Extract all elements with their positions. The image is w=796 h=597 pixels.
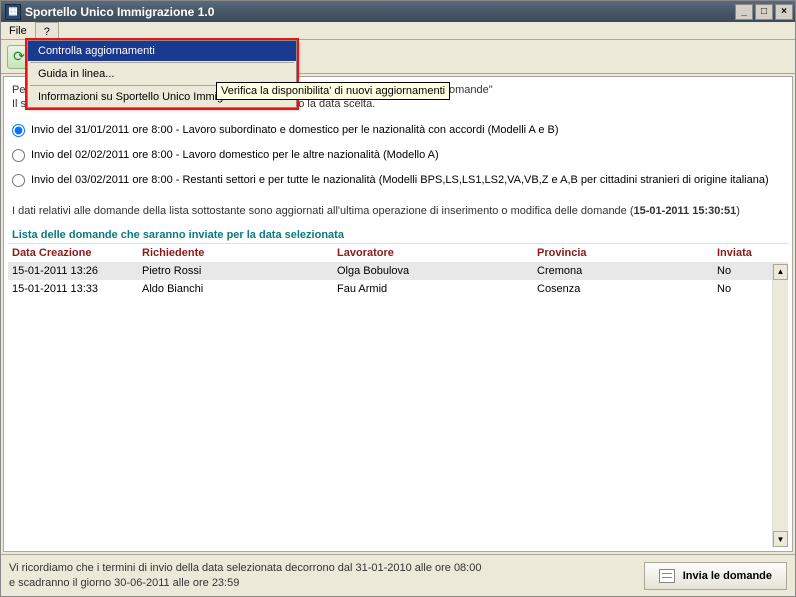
menu-help[interactable]: ? [35,22,59,39]
scroll-up-button[interactable]: ▲ [773,264,788,280]
footer-text: Vi ricordiamo che i termini di invio del… [9,561,644,590]
radio-input[interactable] [12,124,25,137]
table-title: Lista delle domande che saranno inviate … [4,223,792,243]
app-icon: ▦ [5,4,21,20]
menu-online-guide[interactable]: Guida in linea... [28,64,296,84]
radio-group: Invio del 31/01/2011 ore 8:00 - Lavoro s… [4,112,792,199]
close-button[interactable]: × [775,4,793,20]
scroll-down-button[interactable]: ▼ [773,531,788,547]
tooltip: Verifica la disponibilita' di nuovi aggi… [216,82,450,100]
menu-separator [30,62,294,63]
menu-check-updates[interactable]: Controlla aggiornamenti [28,41,296,61]
col-header-provincia[interactable]: Provincia [537,247,717,259]
app-window: ▦ Sportello Unico Immigrazione 1.0 _ □ ×… [0,0,796,597]
update-note: I dati relativi alle domande della lista… [4,199,792,223]
radio-option-1[interactable]: Invio del 31/01/2011 ore 8:00 - Lavoro s… [12,118,784,143]
footer: Vi ricordiamo che i termini di invio del… [1,554,795,596]
table-header: Data Creazione Richiedente Lavoratore Pr… [8,244,788,262]
content-area: Per premere sul pulsante "Invia le doman… [3,76,793,552]
table-body: 15-01-2011 13:26 Pietro Rossi Olga Bobul… [8,262,788,548]
minimize-button[interactable]: _ [735,4,753,20]
col-header-richiedente[interactable]: Richiedente [142,247,337,259]
maximize-button[interactable]: □ [755,4,773,20]
submit-button[interactable]: Invia le domande [644,562,787,590]
menu-file[interactable]: File [1,22,35,39]
radio-option-2[interactable]: Invio del 02/02/2011 ore 8:00 - Lavoro d… [12,143,784,168]
menubar: File ? Controlla aggiornamenti Guida in … [1,22,795,40]
titlebar: ▦ Sportello Unico Immigrazione 1.0 _ □ × [1,1,795,22]
col-header-lavoratore[interactable]: Lavoratore [337,247,537,259]
window-title: Sportello Unico Immigrazione 1.0 [25,5,735,19]
radio-option-3[interactable]: Invio del 03/02/2011 ore 8:00 - Restanti… [12,168,784,193]
scrollbar[interactable]: ▲ ▼ [772,264,788,548]
document-icon [659,569,675,583]
col-header-date[interactable]: Data Creazione [12,247,142,259]
col-header-inviata[interactable]: Inviata [717,247,757,259]
window-controls: _ □ × [735,4,793,20]
radio-input[interactable] [12,174,25,187]
table-row[interactable]: 15-01-2011 13:26 Pietro Rossi Olga Bobul… [8,262,788,280]
refresh-icon: ⟳ [13,48,25,65]
radio-input[interactable] [12,149,25,162]
table: Data Creazione Richiedente Lavoratore Pr… [8,243,788,548]
table-row[interactable]: 15-01-2011 13:33 Aldo Bianchi Fau Armid … [8,280,788,298]
